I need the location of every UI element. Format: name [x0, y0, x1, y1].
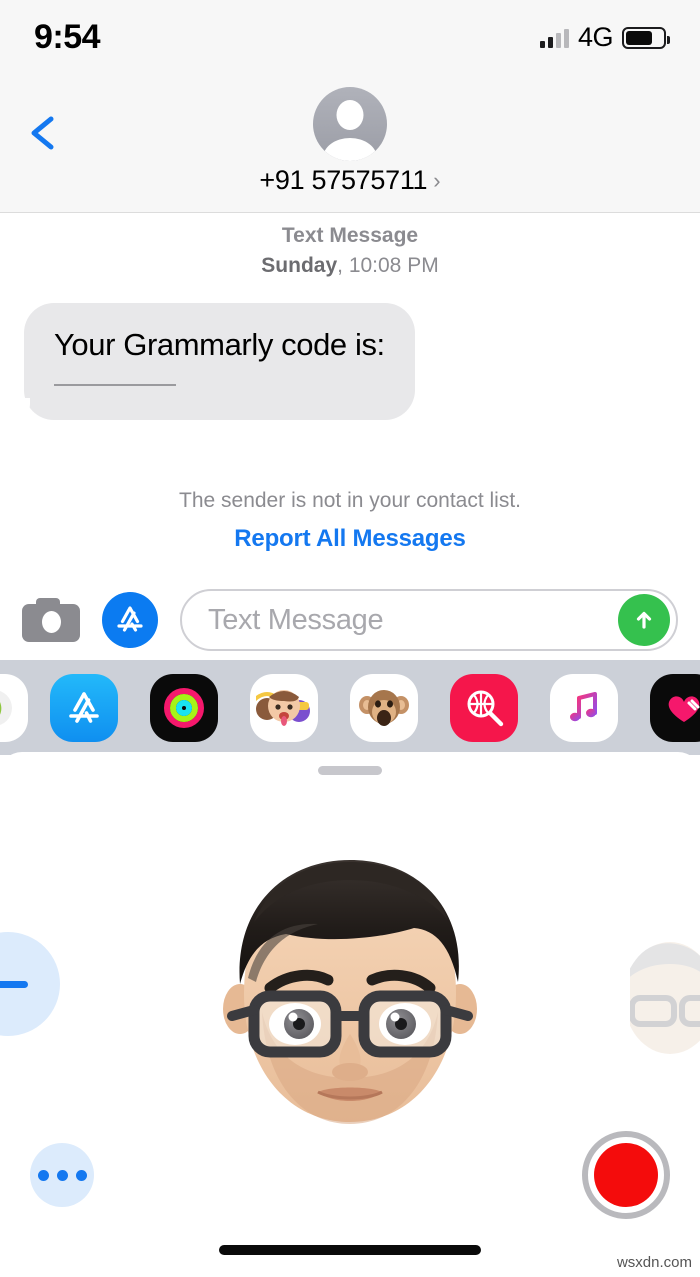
app-icon-app-store[interactable] — [50, 673, 118, 742]
home-indicator[interactable] — [219, 1245, 481, 1255]
memoji-panel — [0, 752, 700, 1277]
watermark: wsxdn.com — [616, 1254, 692, 1271]
message-text: Your Grammarly code is: — [54, 326, 385, 362]
phone-screen: 9:54 4G +91 57575711 › Text Message Sund… — [0, 0, 700, 1277]
imessage-app-drawer[interactable] — [0, 660, 700, 755]
message-kind-label: Text Message — [281, 224, 419, 247]
message-timestamp: Sunday, 10:08 PM — [0, 252, 700, 280]
contact-name-row[interactable]: +91 57575711 › — [259, 165, 440, 196]
camera-icon[interactable] — [22, 598, 80, 642]
app-icon-memoji-stickers[interactable] — [250, 673, 318, 742]
new-memoji-button[interactable] — [0, 932, 60, 1036]
message-input-bar: Text Message — [0, 580, 700, 660]
record-button[interactable] — [582, 1131, 670, 1219]
conversation-area: Text Message Sunday, 10:08 PM Your Gramm… — [0, 213, 700, 580]
app-icon-animoji[interactable] — [350, 673, 418, 742]
unknown-sender-notice: The sender is not in your contact list. … — [0, 489, 700, 553]
app-icon-partial-left[interactable] — [0, 673, 28, 742]
contact-avatar-placeholder-icon — [313, 87, 387, 161]
redacted-code-line — [54, 384, 176, 387]
contact-header[interactable]: +91 57575711 › — [0, 87, 700, 196]
drawer-grabber[interactable] — [318, 766, 382, 775]
nav-header: +91 57575711 › — [0, 75, 700, 213]
memoji-preview[interactable] — [200, 834, 500, 1154]
chevron-right-icon: › — [433, 167, 441, 193]
status-indicators: 4G — [539, 22, 670, 53]
app-icon-activity[interactable] — [150, 673, 218, 742]
cellular-signal-icon — [539, 28, 569, 48]
message-time: 10:08 PM — [348, 254, 439, 278]
status-time: 9:54 — [34, 18, 101, 56]
message-meta: Text Message Sunday, 10:08 PM — [0, 213, 700, 281]
app-icon-music[interactable] — [550, 673, 618, 742]
more-options-button[interactable] — [30, 1143, 94, 1207]
message-bubble-incoming[interactable]: Your Grammarly code is: — [14, 302, 415, 421]
network-type-label: 4G — [577, 22, 614, 52]
report-all-messages-link[interactable]: Report All Messages — [234, 525, 466, 553]
app-icon-images[interactable] — [450, 673, 518, 742]
send-arrow-up-icon[interactable] — [618, 594, 670, 646]
timestamp-separator: , — [337, 254, 349, 278]
message-text-field[interactable]: Text Message — [180, 589, 678, 651]
notice-text: The sender is not in your contact list. — [179, 489, 521, 512]
message-day: Sunday — [261, 254, 338, 278]
status-bar: 9:54 4G — [0, 0, 700, 75]
adjacent-memoji[interactable] — [624, 920, 700, 1070]
app-store-icon[interactable] — [102, 592, 158, 648]
contact-name: +91 57575711 — [259, 165, 428, 195]
battery-icon — [622, 26, 670, 49]
app-icon-health[interactable] — [650, 673, 700, 742]
message-input-placeholder: Text Message — [208, 603, 384, 636]
message-row: Your Grammarly code is: — [0, 281, 700, 421]
